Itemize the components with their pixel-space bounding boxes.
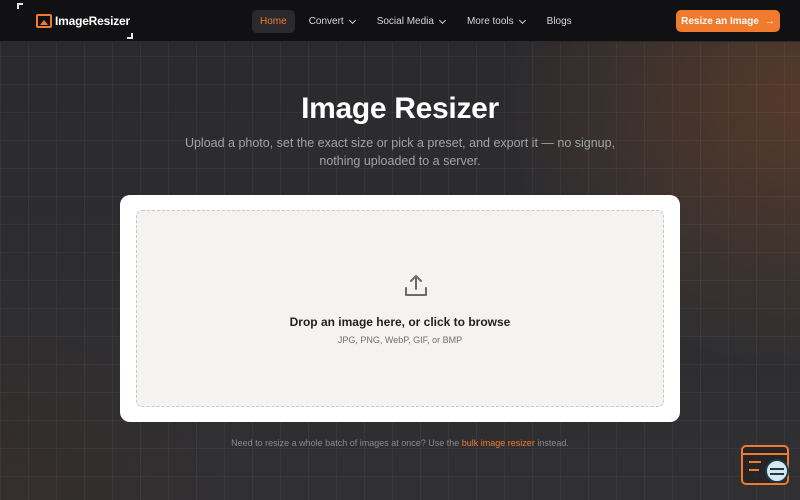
bulk-note-suffix: instead. <box>537 438 569 448</box>
nav-item-convert[interactable]: Convert <box>301 10 363 33</box>
nav-item-label: Social Media <box>376 16 434 27</box>
logo-corner-tl <box>17 3 23 9</box>
nav-item-blogs[interactable]: Blogs <box>539 10 580 33</box>
nav-item-home[interactable]: Home <box>252 10 295 33</box>
upload-card: Drop an image here, or click to browse J… <box>120 195 680 422</box>
brand-logo[interactable]: ImageResizer <box>17 3 133 39</box>
dropzone-formats: JPG, PNG, WebP, GIF, or BMP <box>337 335 463 345</box>
resize-image-button[interactable]: Resize an Image → <box>676 10 780 32</box>
chevron-down-icon <box>518 16 526 24</box>
bulk-note-prefix: Need to resize a whole batch of images a… <box>231 438 460 448</box>
chevron-down-icon <box>348 16 356 24</box>
nav-item-label: Blogs <box>546 16 572 27</box>
brand-name: ImageResizer <box>55 14 130 28</box>
upload-icon <box>405 275 427 296</box>
logo-corner-br <box>127 33 133 39</box>
top-nav: ImageResizer Home Convert Social Media M… <box>0 0 800 42</box>
widget-line <box>749 461 761 463</box>
widget-bar <box>743 453 787 455</box>
nav-item-label: More tools <box>466 16 514 27</box>
support-widget-icon[interactable] <box>741 445 789 485</box>
page-title: Image Resizer <box>301 92 499 125</box>
nav-item-more-tools[interactable]: More tools <box>459 10 533 33</box>
bulk-resizer-link[interactable]: bulk image resizer <box>462 438 535 448</box>
widget-line <box>749 469 759 471</box>
widget-circle <box>765 459 789 483</box>
arrow-right-icon: → <box>764 15 775 27</box>
image-icon <box>36 14 52 28</box>
page-subtitle: Upload a photo, set the exact size or pi… <box>184 136 616 168</box>
nav-links: Home Convert Social Media More tools Blo… <box>252 10 580 33</box>
nav-item-social-media[interactable]: Social Media <box>369 10 453 33</box>
nav-item-label: Convert <box>308 16 344 27</box>
dropzone[interactable]: Drop an image here, or click to browse J… <box>136 210 664 407</box>
nav-item-label: Home <box>260 16 287 27</box>
bulk-note: Need to resize a whole batch of images a… <box>0 438 800 448</box>
cta-label: Resize an Image <box>681 15 759 27</box>
dropzone-instruction: Drop an image here, or click to browse <box>289 315 511 329</box>
chevron-down-icon <box>438 16 447 24</box>
